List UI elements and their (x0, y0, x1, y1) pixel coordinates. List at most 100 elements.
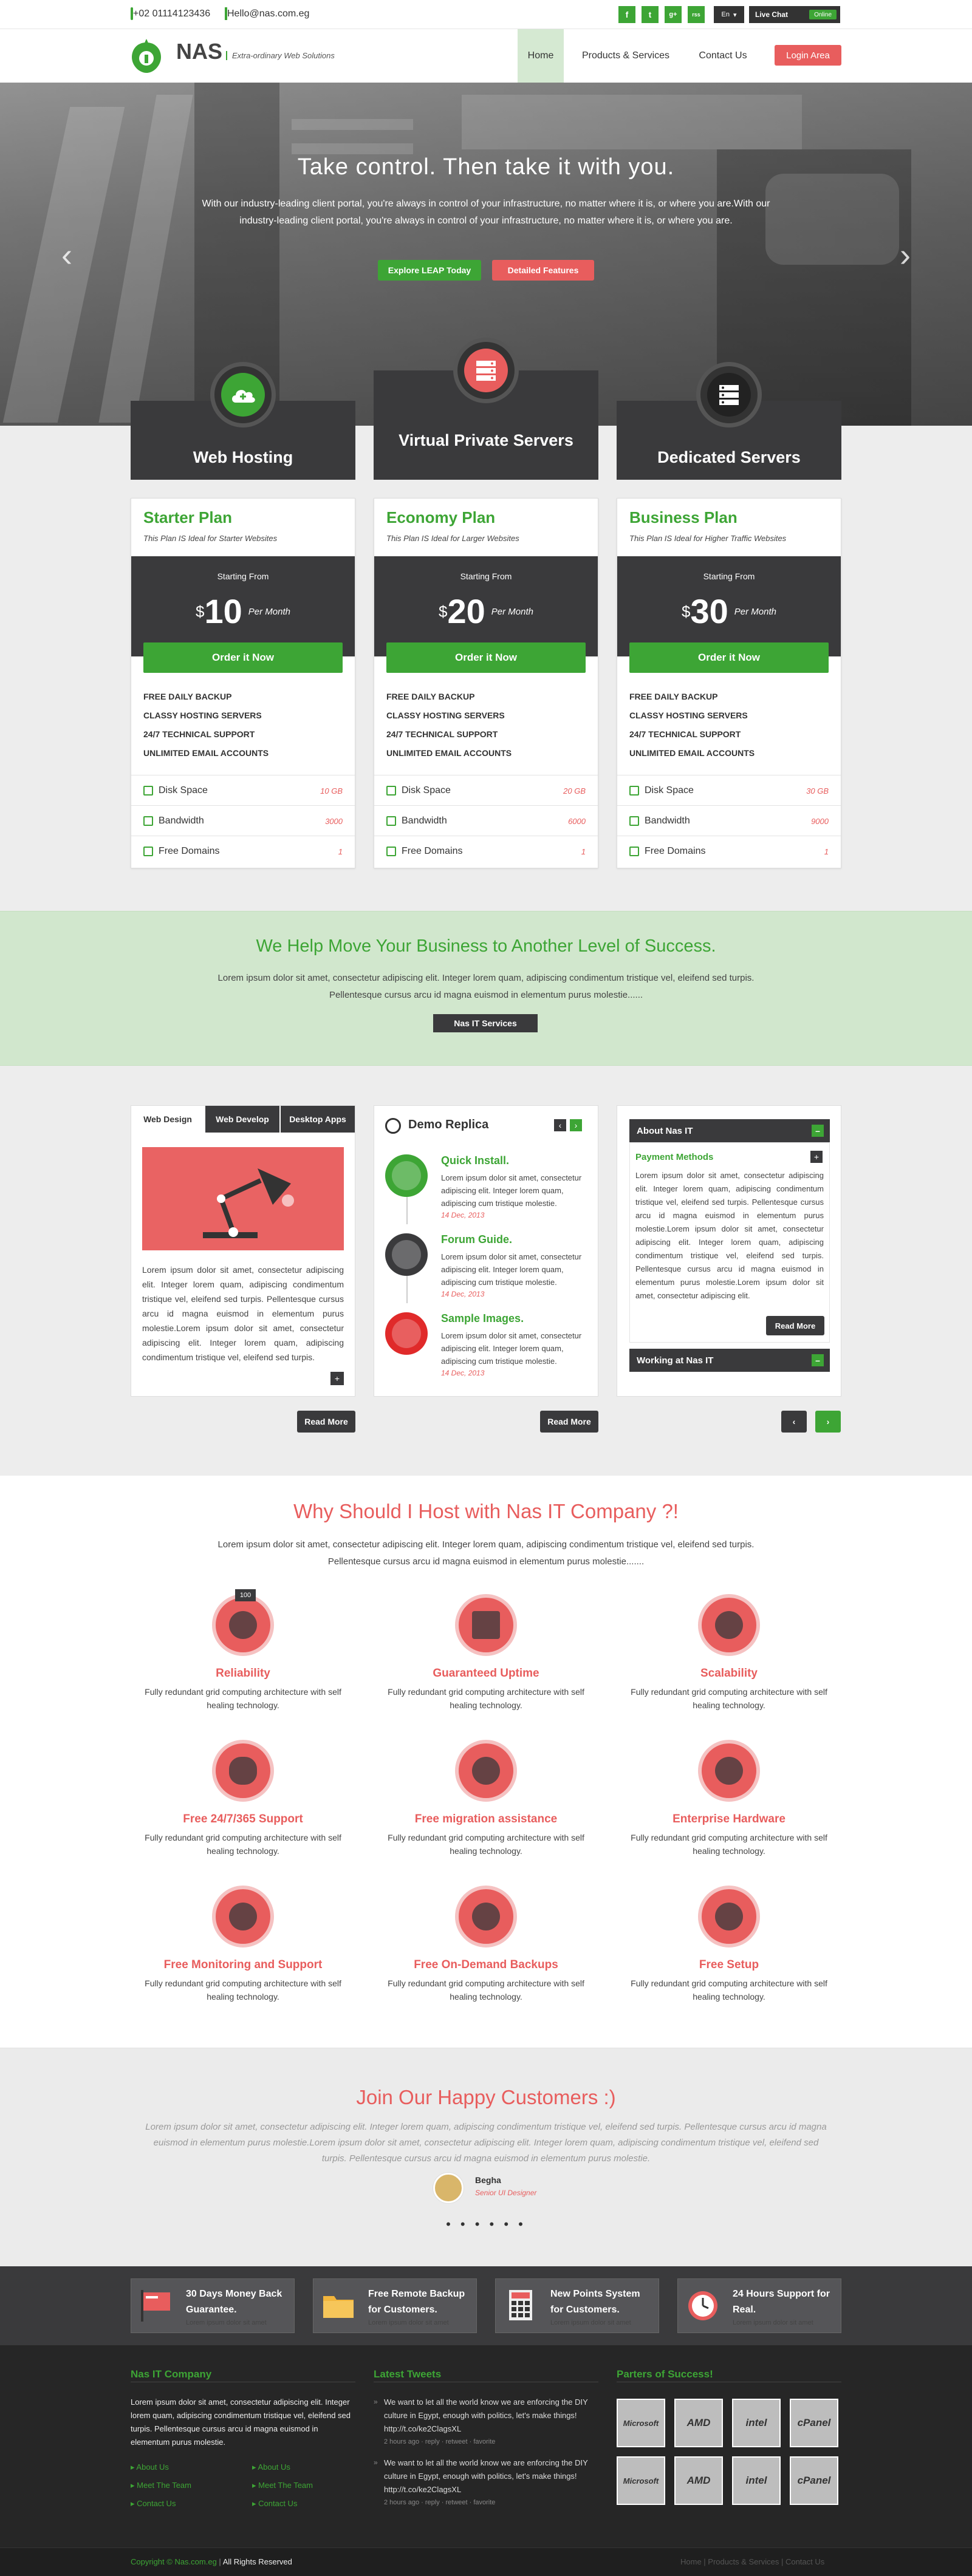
partner-logo-amd[interactable]: AMD (674, 2399, 723, 2447)
nav-products-services[interactable]: Products & Services (574, 29, 677, 83)
feature-24h-support[interactable]: 24 Hours Support for Real. Lorem ipsum d… (677, 2278, 841, 2333)
testimonial-name: Begha (475, 2175, 501, 2185)
demo-next-icon[interactable]: › (570, 1119, 582, 1131)
footer-link-contact[interactable]: ▸ Contact Us (131, 2499, 176, 2509)
demo-item[interactable]: Sample Images. Lorem ipsum dolor sit ame… (385, 1306, 588, 1382)
lifebuoy-icon (212, 1886, 274, 1947)
slider-prev-icon[interactable]: ‹ (58, 237, 76, 273)
compass-icon (455, 1740, 517, 1802)
demo-item-title[interactable]: Forum Guide. (441, 1233, 512, 1246)
footer-link-team[interactable]: ▸ Meet The Team (252, 2481, 313, 2490)
logo-icon[interactable] (131, 38, 162, 74)
spec-disk-space: Disk Space 30 GB (617, 775, 841, 805)
accordion-about-header[interactable]: About Nas IT – (629, 1119, 830, 1142)
carousel-next-icon[interactable]: › (815, 1411, 841, 1433)
why-item-text: Fully redundant grid computing architect… (631, 1978, 827, 2002)
bottom-link-products[interactable]: Products & Services (708, 2557, 779, 2566)
demo-item[interactable]: Quick Install. Lorem ipsum dolor sit ame… (385, 1148, 588, 1224)
testimonial-role: Senior UI Designer (475, 2189, 537, 2197)
carousel-prev-icon[interactable]: ‹ (781, 1411, 807, 1433)
feature-sub: Lorem ipsum dolor sit amet (550, 2319, 631, 2326)
forum-icon (385, 1233, 428, 1276)
plan-price-panel: Starting From $10 Per Month Order it Now (131, 556, 355, 673)
nas-it-services-button[interactable]: Nas IT Services (433, 1014, 538, 1032)
feature-title: 30 Days Money Back Guarantee. (186, 2289, 282, 2315)
partner-logo-microsoft[interactable]: Microsoft (617, 2399, 665, 2447)
read-more-button[interactable]: Read More (540, 1411, 598, 1433)
tweet-meta[interactable]: 2 hours ago · reply · retweet · favorite (384, 2438, 495, 2445)
nav-home[interactable]: Home (518, 29, 564, 83)
read-more-button[interactable]: Read More (766, 1316, 824, 1335)
partner-logo-intel[interactable]: intel (732, 2456, 781, 2505)
badge-100: 100 (235, 1589, 256, 1601)
tab-desktop-apps[interactable]: Desktop Apps (281, 1106, 355, 1133)
live-chat-button[interactable]: Live Chat Online (749, 6, 840, 23)
plan-feature: UNLIMITED EMAIL ACCOUNTS (143, 748, 269, 758)
partner-logo-amd[interactable]: AMD (674, 2456, 723, 2505)
feature-money-back[interactable]: 30 Days Money Back Guarantee. Lorem ipsu… (131, 2278, 295, 2333)
partner-logo-cpanel[interactable]: cPanel (790, 2399, 838, 2447)
why-item-text: Fully redundant grid computing architect… (145, 1687, 341, 1710)
slider-next-icon[interactable]: › (896, 237, 914, 273)
footer-link-about[interactable]: ▸ About Us (131, 2462, 169, 2472)
nav-contact-us[interactable]: Contact Us (690, 29, 756, 83)
bottom-link-contact[interactable]: Contact Us (785, 2557, 824, 2566)
why-item-scalability: Scalability Fully redundant grid computi… (617, 1594, 841, 1716)
spec-bandwidth: Bandwidth 3000 (131, 805, 355, 836)
demo-item[interactable]: Forum Guide. Lorem ipsum dolor sit amet,… (385, 1227, 588, 1303)
collapse-icon[interactable]: – (812, 1354, 824, 1366)
partner-logo-microsoft[interactable]: Microsoft (617, 2456, 665, 2505)
feature-title: 24 Hours Support for Real. (733, 2289, 830, 2315)
tab-content-text: Lorem ipsum dolor sit amet, consectetur … (142, 1265, 344, 1362)
band-text: Lorem ipsum dolor sit amet, consectetur … (217, 973, 755, 1000)
avatar (433, 2173, 464, 2203)
email-address[interactable]: Hello@nas.com.eg (227, 9, 309, 19)
order-now-button[interactable]: Order it Now (143, 642, 343, 673)
tab-web-develop[interactable]: Web Develop (205, 1106, 279, 1133)
demo-prev-icon[interactable]: ‹ (554, 1119, 566, 1131)
collapse-icon[interactable]: – (812, 1125, 824, 1137)
feature-points-system[interactable]: New Points System for Customers. Lorem i… (495, 2278, 659, 2333)
footer-link-team[interactable]: ▸ Meet The Team (131, 2481, 191, 2490)
twitter-icon[interactable]: t (642, 6, 659, 23)
explore-leap-button[interactable]: Explore LEAP Today (378, 260, 481, 281)
bottom-link-home[interactable]: Home (680, 2557, 702, 2566)
order-now-button[interactable]: Order it Now (386, 642, 586, 673)
domain-icon (386, 847, 396, 856)
footer-link-about[interactable]: ▸ About Us (252, 2462, 290, 2472)
feature-remote-backup[interactable]: Free Remote Backup for Customers. Lorem … (313, 2278, 477, 2333)
testimonial-pager[interactable]: • • • • • • (0, 2217, 972, 2232)
plan-price: $20 Per Month (439, 592, 533, 630)
language-select[interactable]: En ▾ (714, 6, 744, 23)
email-info[interactable]: Hello@nas.com.eg (225, 7, 309, 20)
share-icon (455, 1886, 517, 1947)
customers-title: Join Our Happy Customers :) (356, 2086, 616, 2108)
expand-plus-icon[interactable]: + (810, 1151, 823, 1163)
rss-icon[interactable]: rss (688, 6, 705, 23)
payment-methods-title[interactable]: Payment Methods (635, 1152, 713, 1162)
logo-text[interactable]: NAS (176, 39, 222, 64)
tab-web-design[interactable]: Web Design (131, 1106, 204, 1133)
footer-link-contact[interactable]: ▸ Contact Us (252, 2499, 297, 2509)
bandwidth-icon (143, 816, 153, 826)
tweet-meta[interactable]: 2 hours ago · reply · retweet · favorite (384, 2499, 495, 2506)
tweet-text: We want to let all the world know we are… (384, 2397, 588, 2433)
why-item-migration: Free migration assistance Fully redundan… (374, 1740, 598, 1861)
plan-price-panel: Starting From $20 Per Month Order it Now (374, 556, 598, 673)
detailed-features-button[interactable]: Detailed Features (492, 260, 594, 281)
login-button[interactable]: Login Area (775, 45, 841, 66)
feature-title: New Points System for Customers. (550, 2289, 640, 2315)
expand-plus-icon[interactable]: + (330, 1372, 344, 1385)
read-more-button[interactable]: Read More (297, 1411, 355, 1433)
disk-icon (386, 786, 396, 796)
plan-price: $30 Per Month (682, 592, 776, 630)
facebook-icon[interactable]: f (618, 6, 635, 23)
demo-item-title[interactable]: Sample Images. (441, 1312, 524, 1325)
demo-item-title[interactable]: Quick Install. (441, 1154, 509, 1167)
partner-logo-intel[interactable]: intel (732, 2399, 781, 2447)
accordion-working-header[interactable]: Working at Nas IT – (629, 1349, 830, 1372)
order-now-button[interactable]: Order it Now (629, 642, 829, 673)
why-item-title: Free Monitoring and Support (163, 1958, 323, 1971)
partner-logo-cpanel[interactable]: cPanel (790, 2456, 838, 2505)
google-plus-icon[interactable]: g+ (665, 6, 682, 23)
